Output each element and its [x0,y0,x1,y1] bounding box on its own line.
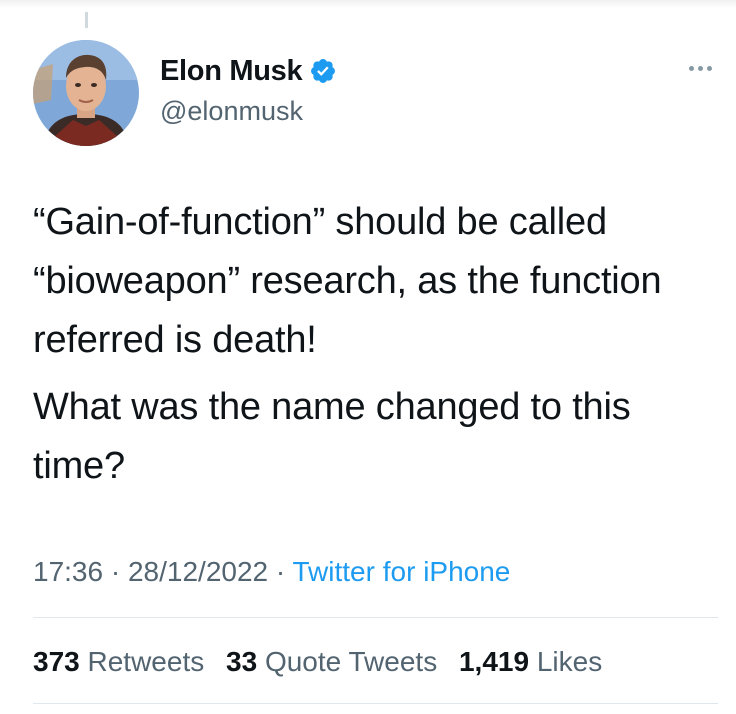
quote-tweets-count: 33 [226,646,258,677]
divider [33,703,718,704]
tweet-paragraph: What was the name changed to this time? [33,386,631,487]
retweets-count: 373 [33,646,80,677]
meta-separator: · [275,556,286,587]
author-info: Elon Musk @elonmusk [160,54,337,128]
top-fade [0,0,736,8]
meta-separator: · [110,556,121,587]
quote-tweets-label: Quote Tweets [264,646,438,677]
avatar-image [33,40,139,146]
name-row: Elon Musk [160,54,337,88]
avatar[interactable] [33,40,139,146]
tweet-time[interactable]: 17:36 [33,556,103,587]
retweets-stat[interactable]: 373 Retweets [33,646,204,677]
likes-label: Likes [536,646,603,677]
handle[interactable]: @elonmusk [160,94,337,128]
quote-tweets-stat[interactable]: 33 Quote Tweets [226,646,437,677]
thread-connector-line [85,12,88,28]
tweet-stats: 373 Retweets 33 Quote Tweets 1,419 Likes [33,642,616,682]
tweet-paragraph: “Gain-of-function” should be called “bio… [33,201,662,361]
more-dot [689,66,694,71]
divider [33,617,718,618]
tweet-meta: 17:36 · 28/12/2022 · Twitter for iPhone [33,552,510,592]
more-dot [707,66,712,71]
more-options-icon[interactable] [689,66,712,71]
verified-badge-icon [309,57,337,85]
likes-stat[interactable]: 1,419 Likes [459,646,602,677]
display-name[interactable]: Elon Musk [160,54,303,88]
retweets-label: Retweets [87,646,205,677]
tweet-source[interactable]: Twitter for iPhone [293,556,511,587]
tweet-date[interactable]: 28/12/2022 [128,556,268,587]
likes-count: 1,419 [458,646,530,677]
tweet-text: “Gain-of-function” should be called “bio… [33,193,713,496]
more-dot [698,66,703,71]
